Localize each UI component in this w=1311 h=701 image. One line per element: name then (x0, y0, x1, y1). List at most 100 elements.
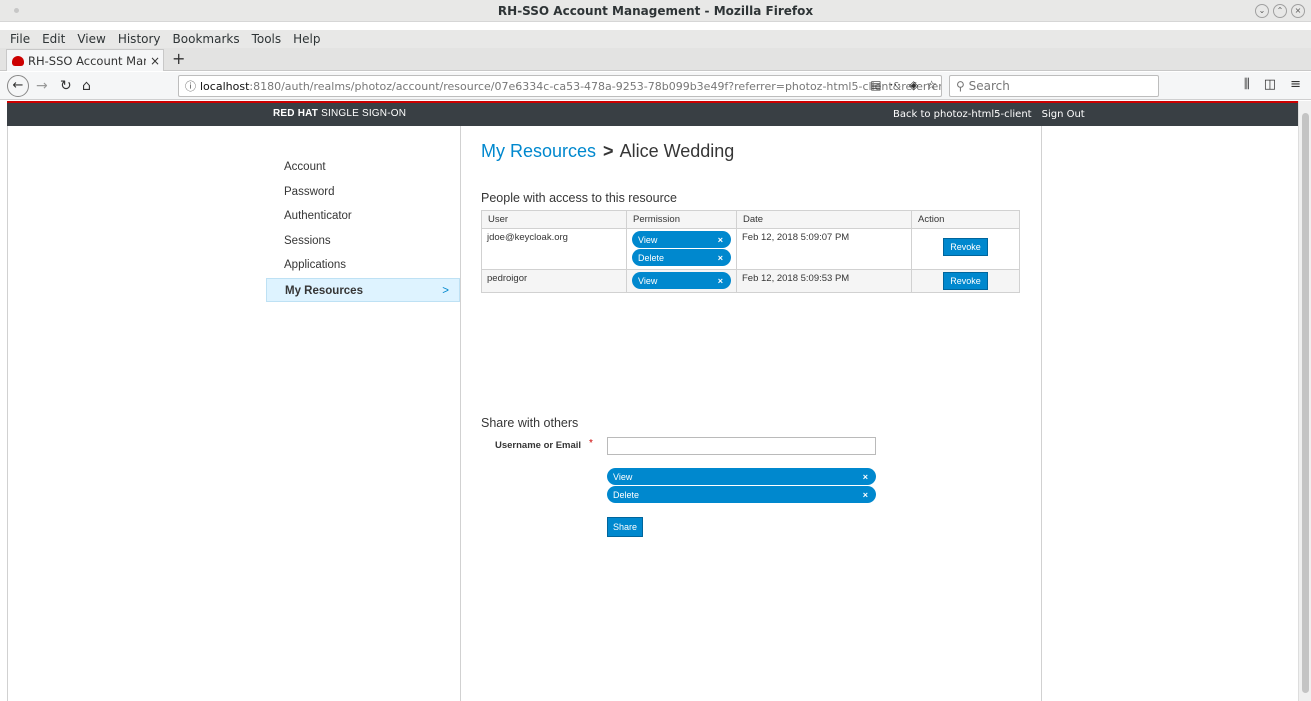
redhat-favicon-icon (12, 55, 24, 66)
reload-icon[interactable]: ↻ (60, 76, 72, 96)
window-controls: ⌄ ⌃ × (1255, 4, 1305, 18)
remove-permission-icon[interactable]: × (718, 276, 723, 286)
permission-label: Delete (638, 252, 665, 263)
username-email-label: Username or Email (495, 440, 582, 451)
page-frame-edge (7, 126, 8, 701)
tab-strip: RH-SSO Account Manage × + (0, 48, 1311, 71)
reader-view-icon[interactable]: ▤ (870, 78, 881, 92)
minimize-icon[interactable]: ⌄ (1255, 4, 1269, 18)
sidebar-item-authenticator[interactable]: Authenticator (266, 204, 460, 229)
breadcrumb-separator: > (603, 141, 614, 161)
header-bar: RED HAT SINGLE SIGN-ON Back to photoz-ht… (7, 101, 1298, 126)
maximize-icon[interactable]: ⌃ (1273, 4, 1287, 18)
header-links: Back to photoz-html5-client Sign Out (893, 109, 1085, 120)
table-row: pedroigor View × Feb 12, 2018 5:09:53 PM… (481, 269, 1020, 293)
sidebar-item-account[interactable]: Account (266, 155, 460, 180)
menu-edit[interactable]: Edit (36, 30, 71, 48)
main-content: My Resources > Alice Wedding People with… (481, 141, 1021, 537)
menu-view[interactable]: View (71, 30, 111, 48)
new-tab-button[interactable]: + (172, 49, 185, 68)
sidebar-item-label: My Resources (285, 284, 363, 297)
date-cell: Feb 12, 2018 5:09:07 PM (736, 228, 912, 270)
browser-tab[interactable]: RH-SSO Account Manage × (6, 49, 164, 71)
url-path: :8180/auth/realms/photoz/account/resourc… (249, 79, 941, 93)
toolbar-right: ⫼ ◫ ≡ (1244, 77, 1301, 92)
url-bar[interactable]: ⓘ localhost :8180/auth/realms/photoz/acc… (178, 75, 942, 97)
share-permission-pills: View × Delete × (607, 468, 876, 504)
required-asterisk: * (589, 438, 593, 449)
permission-label: View (638, 275, 658, 286)
search-placeholder: Search (968, 79, 1010, 93)
menu-help[interactable]: Help (287, 30, 326, 48)
breadcrumb-current: Alice Wedding (619, 141, 735, 161)
sidebar-item-applications[interactable]: Applications (266, 253, 460, 278)
column-header-permission: Permission (626, 210, 737, 229)
sidebar-item-sessions[interactable]: Sessions (266, 229, 460, 254)
remove-share-permission-icon[interactable]: × (863, 490, 868, 500)
bookmark-star-icon[interactable]: ☆ (926, 78, 937, 92)
menu-file[interactable]: File (4, 30, 36, 48)
brand-logo: RED HAT SINGLE SIGN-ON (273, 108, 406, 119)
back-arrow-icon[interactable]: ← (7, 75, 29, 97)
permission-cell: View × (626, 269, 737, 293)
share-permission-label: View (613, 471, 633, 482)
access-table: User Permission Date Action jdoe@keycloa… (481, 210, 1020, 293)
revoke-button[interactable]: Revoke (943, 238, 988, 256)
menu-bar: File Edit View History Bookmarks Tools H… (0, 30, 1311, 48)
site-info-icon[interactable]: ⓘ (185, 78, 196, 94)
permission-label: View (638, 234, 658, 245)
remove-share-permission-icon[interactable]: × (863, 472, 868, 482)
breadcrumb: My Resources > Alice Wedding (481, 141, 1021, 162)
sidebar-item-my-resources[interactable]: My Resources > (266, 277, 460, 302)
page-viewport: RED HAT SINGLE SIGN-ON Back to photoz-ht… (0, 101, 1298, 701)
column-header-action: Action (911, 210, 1020, 229)
search-bar[interactable]: ⚲ Search (949, 75, 1159, 97)
user-cell: jdoe@keycloak.org (481, 228, 627, 270)
share-pill-view: View × (607, 468, 876, 485)
account-sidebar: Account Password Authenticator Sessions … (266, 155, 460, 302)
page-scrollbar[interactable] (1298, 101, 1311, 701)
share-pill-delete: Delete × (607, 486, 876, 503)
pocket-icon[interactable]: ◈ (909, 78, 918, 92)
share-button[interactable]: Share (607, 517, 644, 537)
navigation-toolbar: ← → ↻ ⌂ ⓘ localhost :8180/auth/realms/ph… (0, 72, 1311, 100)
home-icon[interactable]: ⌂ (82, 76, 91, 96)
permission-pill-view: View × (632, 272, 731, 289)
page-actions-menu-icon[interactable]: ··· (890, 78, 901, 92)
table-row: jdoe@keycloak.org View × Delete × Feb 12… (481, 228, 1020, 270)
close-window-icon[interactable]: × (1291, 4, 1305, 18)
forward-arrow-icon[interactable]: → (36, 76, 48, 96)
back-to-client-link[interactable]: Back to photoz-html5-client (893, 109, 1032, 120)
action-cell: Revoke (911, 269, 1020, 293)
sign-out-link[interactable]: Sign Out (1042, 109, 1085, 120)
column-header-user: User (481, 210, 627, 229)
search-icon: ⚲ (956, 79, 965, 93)
user-cell: pedroigor (481, 269, 627, 293)
remove-permission-icon[interactable]: × (718, 253, 723, 263)
menu-history[interactable]: History (112, 30, 167, 48)
sidebar-item-password[interactable]: Password (266, 180, 460, 205)
brand-bold: RED HAT (273, 108, 319, 119)
remove-permission-icon[interactable]: × (718, 235, 723, 245)
window-titlebar: RH-SSO Account Management - Mozilla Fire… (0, 0, 1311, 22)
table-header-row: User Permission Date Action (481, 210, 1020, 229)
username-email-input[interactable] (607, 437, 876, 455)
date-cell: Feb 12, 2018 5:09:53 PM (736, 269, 912, 293)
library-icon[interactable]: ⫼ (1244, 77, 1250, 92)
window-title: RH-SSO Account Management - Mozilla Fire… (497, 4, 814, 18)
hamburger-menu-icon[interactable]: ≡ (1290, 77, 1301, 92)
column-header-date: Date (736, 210, 912, 229)
sidebar-toggle-icon[interactable]: ◫ (1264, 77, 1276, 92)
permission-pill-delete: Delete × (632, 249, 731, 266)
menu-tools[interactable]: Tools (246, 30, 288, 48)
close-tab-icon[interactable]: × (150, 54, 160, 68)
chevron-right-icon: > (442, 284, 449, 297)
permission-cell: View × Delete × (626, 228, 737, 270)
page-actions: ▤ ··· ◈ ☆ (870, 78, 937, 92)
breadcrumb-my-resources-link[interactable]: My Resources (481, 141, 596, 161)
access-section-title: People with access to this resource (481, 191, 677, 205)
menu-bookmarks[interactable]: Bookmarks (167, 30, 246, 48)
tab-title: RH-SSO Account Manage (28, 53, 146, 68)
scrollbar-thumb[interactable] (1302, 113, 1309, 693)
revoke-button[interactable]: Revoke (943, 272, 988, 290)
